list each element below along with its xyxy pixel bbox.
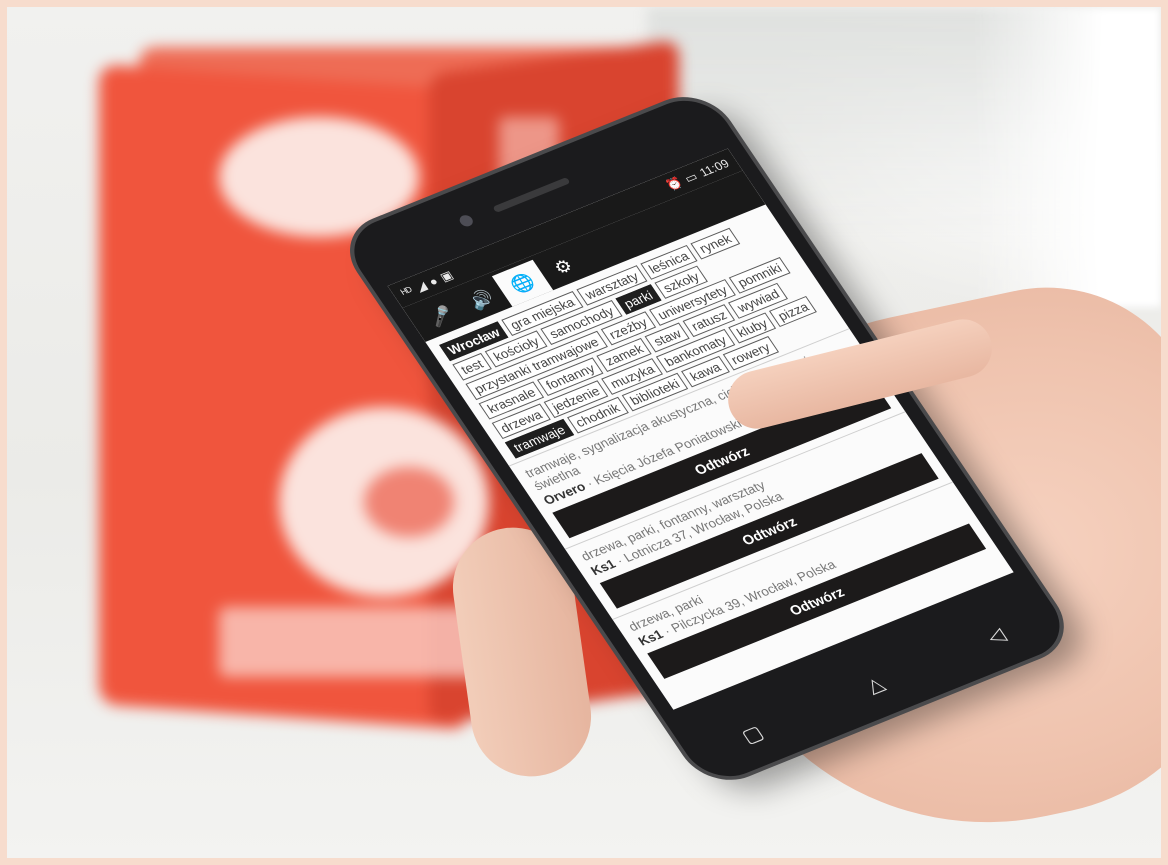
signal-icon: ◢ xyxy=(412,278,430,295)
window-light xyxy=(971,7,1161,307)
home-icon[interactable]: △ xyxy=(861,671,890,698)
front-camera xyxy=(457,213,476,229)
microphone-icon: 🎤 xyxy=(424,303,457,329)
image-icon: ▣ xyxy=(437,268,456,285)
back-icon[interactable]: ◁ xyxy=(982,622,1011,649)
gear-icon: ⚙ xyxy=(549,254,577,278)
alarm-icon: ⏰ xyxy=(663,175,686,193)
globe-icon: 🌐 xyxy=(506,270,539,296)
messenger-icon: ● xyxy=(426,274,441,289)
earpiece xyxy=(492,177,571,213)
box-logo-mark xyxy=(364,467,454,537)
volte-icon: ᴴᴰ xyxy=(398,284,417,300)
battery-icon: ▭ xyxy=(681,169,701,186)
tag-chip[interactable]: rynek xyxy=(690,227,741,260)
recent-apps-icon[interactable]: ▢ xyxy=(736,720,768,748)
speaker-icon: 🔊 xyxy=(465,286,498,312)
